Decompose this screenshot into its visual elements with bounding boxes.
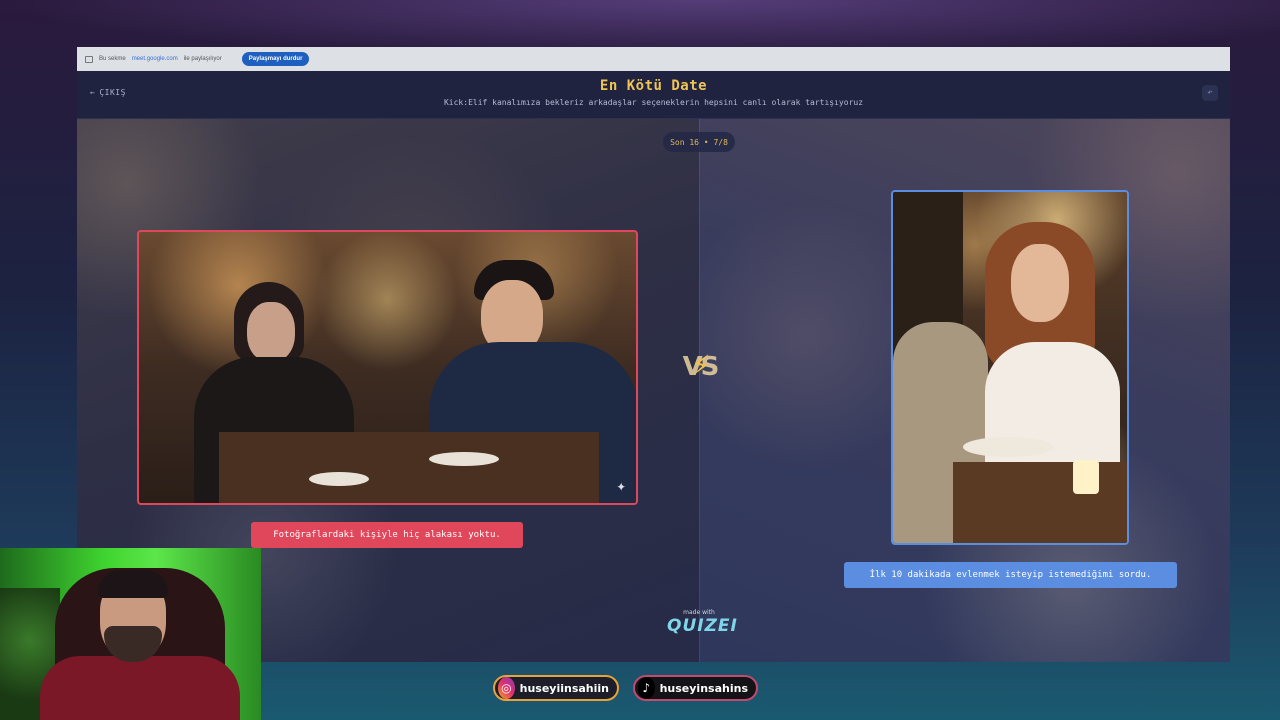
webcam-overlay [0,548,261,720]
tiktok-handle: huseyinsahins [659,681,748,695]
plate [429,452,499,466]
share-text-suffix: ile paylaşılıyor [183,56,222,62]
tiktok-icon: ♪ [638,677,655,699]
option-left-image[interactable]: ✦ [137,230,638,505]
instagram-handle: huseyiinsahiin [519,681,609,695]
stop-sharing-button[interactable]: Paylaşmayı durdur [241,52,310,66]
tab-icon [85,55,93,63]
option-left-caption[interactable]: Fotoğraflardaki kişiyle hiç alakası yokt… [251,522,523,548]
option-right-caption[interactable]: İlk 10 dakikada evlenmek isteyip istemed… [844,562,1177,588]
streamer-hair [98,570,168,598]
plate [309,472,369,486]
tiktok-badge: ♪ huseyinsahins [633,675,758,701]
share-text-prefix: Bu sekme [99,56,126,62]
round-badge: Son 16 • 7/8 [663,132,735,152]
candle [1073,460,1099,494]
quizei-logo: QUIZEI [667,616,738,636]
center-divider [699,119,700,662]
woman-face [247,302,295,362]
woman-face [1011,244,1069,322]
screen-share-bar: Bu sekme meet.google.com ile paylaşılıyo… [77,47,1230,71]
undo-icon: ↶ [1207,88,1213,98]
plate [963,437,1053,457]
option-right-image[interactable] [891,190,1129,545]
table [219,432,599,503]
page-title: En Kötü Date [599,78,708,94]
undo-button[interactable]: ↶ [1202,85,1218,101]
versus-badge: VS ⚡ [677,347,723,387]
page-subtitle: Kick:Elif kanalımıza bekleriz arkadaşlar… [443,98,864,107]
lightning-icon: ⚡ [691,349,711,382]
instagram-icon: ◎ [498,677,515,699]
sparkle-icon: ✦ [616,476,626,495]
table [953,462,1127,543]
made-with-label: made with [683,609,715,616]
share-url: meet.google.com [131,56,178,62]
quizei-branding: made with QUIZEI [667,609,738,636]
streamer-body [40,656,240,720]
instagram-badge: ◎ huseyiinsahiin [493,675,619,701]
app-header: ← ÇIKIŞ En Kötü Date Kick:Elif kanalımız… [77,71,1230,119]
